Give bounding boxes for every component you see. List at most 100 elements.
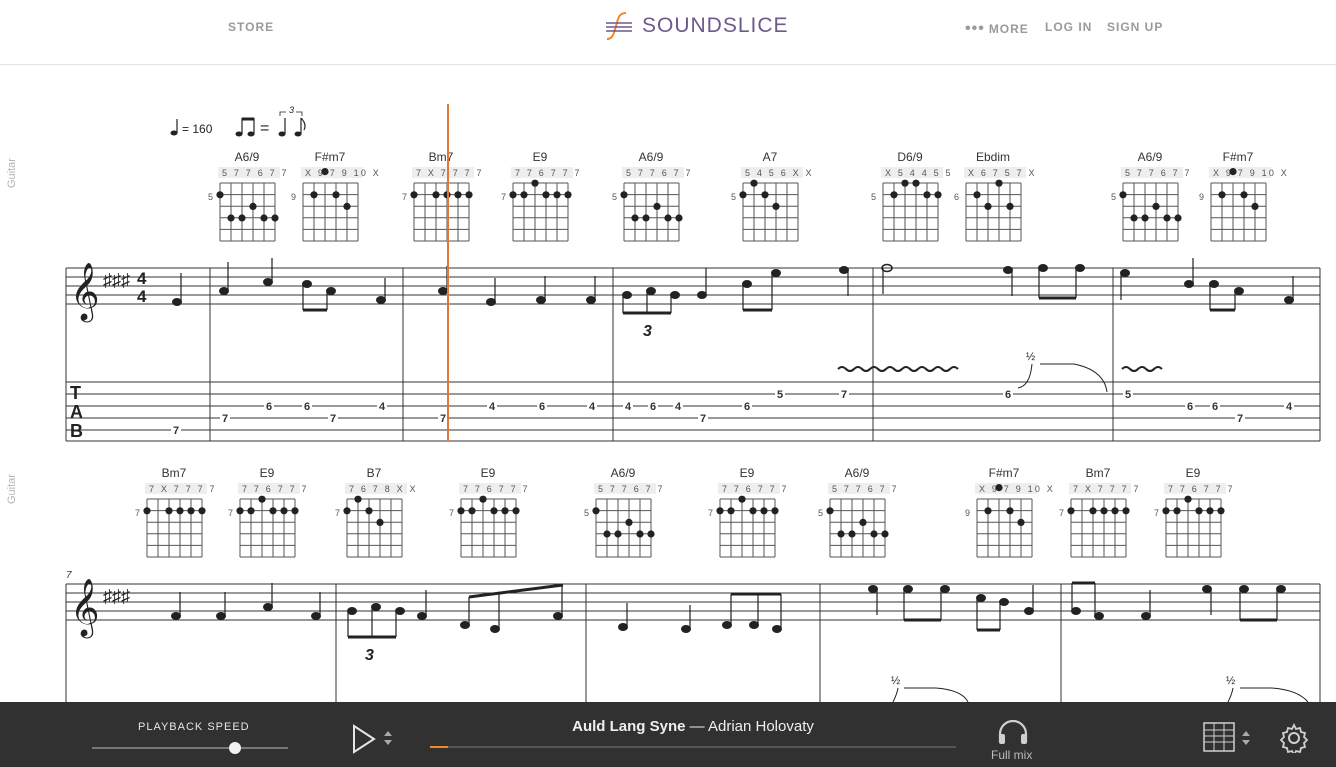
treble-clef-icon-2: 𝄞 xyxy=(70,578,100,639)
system1-chord-3[interactable]: Bm7 7 X 7 7 7 7 7 xyxy=(402,150,484,242)
chord-name: D6/9 xyxy=(897,150,923,164)
tab-number: 6 xyxy=(744,401,750,413)
tab-number: 4 xyxy=(625,401,632,413)
settings-gear-icon[interactable] xyxy=(1279,723,1309,753)
chord-diagrams-system-2: Bm7 7 X 7 7 7 7 7 E9 7 7 6 7 7 7 7 B7 7 6 7 8 X… xyxy=(135,466,1235,558)
chord-frets: 7 7 6 7 7 7 xyxy=(515,168,582,178)
login-link[interactable]: LOG IN xyxy=(1045,20,1092,34)
playback-progress-fill xyxy=(430,746,449,748)
chord-frets: 5 7 7 6 7 7 xyxy=(832,484,899,494)
system2-chord-7[interactable]: A6/9 5 7 7 6 7 7 5 xyxy=(818,466,899,558)
chord-position: 5 xyxy=(208,192,213,202)
chord-position: 7 xyxy=(135,508,140,518)
system2-chord-4[interactable]: E9 7 7 6 7 7 7 7 xyxy=(449,466,530,558)
chord-position: 7 xyxy=(335,508,340,518)
system2-chord-1[interactable]: Bm7 7 X 7 7 7 7 7 xyxy=(135,466,217,558)
play-icon[interactable] xyxy=(352,724,376,754)
svg-text:4: 4 xyxy=(137,287,147,306)
swing-marking: = 3 xyxy=(235,105,306,137)
more-dots-icon: ••• xyxy=(965,20,985,37)
chord-name: E9 xyxy=(740,466,755,480)
playback-speed-slider[interactable] xyxy=(92,747,288,749)
tab-number: 4 xyxy=(1286,401,1293,413)
more-menu-button[interactable]: ••• MORE xyxy=(965,20,1029,38)
key-signature: ♯♯♯ xyxy=(103,270,130,290)
swing-triplet-mark: 3 xyxy=(289,105,294,115)
soundslice-logo[interactable]: SOUNDSLICE xyxy=(604,10,789,42)
chord-frets: X 9 7 9 10 X xyxy=(305,168,381,178)
chord-frets: 5 4 5 6 X X xyxy=(745,168,814,178)
playback-progress-bar[interactable] xyxy=(430,746,956,748)
chord-name: A7 xyxy=(763,150,778,164)
chord-name: F#m7 xyxy=(1223,150,1254,164)
chord-position: 7 xyxy=(708,508,713,518)
playback-speed-knob[interactable] xyxy=(229,742,242,754)
chord-position: 7 xyxy=(402,192,407,202)
more-label: MORE xyxy=(988,22,1029,36)
notation-score[interactable]: = 160 = 3 A6/9 5 7 7 6 7 7 5 F#m7 X 9 7 9 10… xyxy=(0,65,1336,702)
tab-number: 4 xyxy=(589,401,596,413)
chord-position: 5 xyxy=(871,192,876,202)
system1-chord-7[interactable]: D6/9 X 5 4 4 5 5 5 xyxy=(871,150,953,242)
notes-system-2 xyxy=(171,581,1286,639)
system1-chord-9[interactable]: A6/9 5 7 7 6 7 7 5 xyxy=(1111,150,1192,242)
system1-chord-4[interactable]: E9 7 7 6 7 7 7 7 xyxy=(501,150,582,242)
chord-position: 9 xyxy=(291,192,296,202)
chord-position: 9 xyxy=(1199,192,1204,202)
layout-options-chevron-icon[interactable] xyxy=(1240,730,1252,746)
tab-number: 6 xyxy=(1187,401,1193,413)
signup-link[interactable]: SIGN UP xyxy=(1107,20,1163,34)
soundslice-logo-icon xyxy=(606,12,632,40)
system2-chord-8[interactable]: F#m7 X 9 7 9 10 X 9 xyxy=(965,466,1055,558)
player-bar: PLAYBACK SPEED Auld Lang Syne — Adrian H… xyxy=(0,702,1336,767)
system1-chord-6[interactable]: A7 5 4 5 6 X X 5 xyxy=(731,150,814,242)
chord-frets: 7 6 7 8 X X xyxy=(349,484,418,494)
tempo-marking: = 160 = 3 xyxy=(170,105,306,137)
chord-name: E9 xyxy=(481,466,496,480)
chord-position: 7 xyxy=(228,508,233,518)
store-link[interactable]: STORE xyxy=(228,20,274,34)
chord-diagrams-system-1: A6/9 5 7 7 6 7 7 5 F#m7 X 9 7 9 10 X 9 Bm7 7 X … xyxy=(208,150,1289,242)
mix-label[interactable]: Full mix xyxy=(991,748,1032,762)
system1-chord-5[interactable]: A6/9 5 7 7 6 7 7 5 xyxy=(612,150,693,242)
chord-name: Bm7 xyxy=(429,150,454,164)
triplet-number-2: 3 xyxy=(365,647,374,664)
tab-number: 6 xyxy=(650,401,656,413)
tab-number: 5 xyxy=(777,389,783,401)
artist-name[interactable]: Adrian Holovaty xyxy=(708,718,814,735)
system2-chord-10[interactable]: E9 7 7 6 7 7 7 7 xyxy=(1154,466,1235,558)
title-separator: — xyxy=(685,718,708,735)
headphones-icon[interactable] xyxy=(996,720,1030,746)
chord-position: 6 xyxy=(954,192,959,202)
time-signature: 4 xyxy=(137,269,147,288)
chord-frets: 5 7 7 6 7 7 xyxy=(598,484,665,494)
tab-number: 6 xyxy=(1212,401,1218,413)
standard-staff-system-2: 𝄞 ♯♯♯ xyxy=(65,578,1321,702)
system2-chord-5[interactable]: A6/9 5 7 7 6 7 7 5 xyxy=(584,466,665,558)
system1-chord-8[interactable]: Ebdim X 6 7 5 7 X 6 xyxy=(954,150,1037,242)
notation-layout-icon[interactable] xyxy=(1203,722,1235,752)
system2-chord-3[interactable]: B7 7 6 7 8 X X 7 xyxy=(335,466,418,558)
chord-frets: X 9 7 9 10 X xyxy=(1213,168,1289,178)
chord-frets: 7 7 6 7 7 7 xyxy=(242,484,309,494)
system1-chord-1[interactable]: A6/9 5 7 7 6 7 7 5 xyxy=(208,150,289,242)
system1-chord-2[interactable]: F#m7 X 9 7 9 10 X 9 xyxy=(291,150,381,242)
chord-position: 5 xyxy=(818,508,823,518)
top-navigation: STORE SOUNDSLICE ••• MORE LOG IN SIGN UP xyxy=(0,0,1336,65)
barlines-system-1 xyxy=(65,268,1321,441)
system1-chord-10[interactable]: F#m7 X 9 7 9 10 X 9 xyxy=(1199,150,1289,242)
chord-name: A6/9 xyxy=(235,150,260,164)
logo-text: SOUNDSLICE xyxy=(642,14,789,37)
system2-chord-6[interactable]: E9 7 7 6 7 7 7 7 xyxy=(708,466,789,558)
tab-number: 7 xyxy=(700,413,706,425)
play-options-chevron-icon[interactable] xyxy=(382,730,394,746)
chord-frets: X 6 7 5 7 X xyxy=(968,168,1037,178)
tab-number: 7 xyxy=(841,389,847,401)
tab-number: 4 xyxy=(489,401,496,413)
song-title[interactable]: Auld Lang Syne xyxy=(572,718,685,735)
chord-name: Bm7 xyxy=(1086,466,1111,480)
chord-name: E9 xyxy=(260,466,275,480)
system2-chord-2[interactable]: E9 7 7 6 7 7 7 7 xyxy=(228,466,309,558)
system2-chord-9[interactable]: Bm7 7 X 7 7 7 7 7 xyxy=(1059,466,1141,558)
playback-speed-label: PLAYBACK SPEED xyxy=(138,721,250,733)
